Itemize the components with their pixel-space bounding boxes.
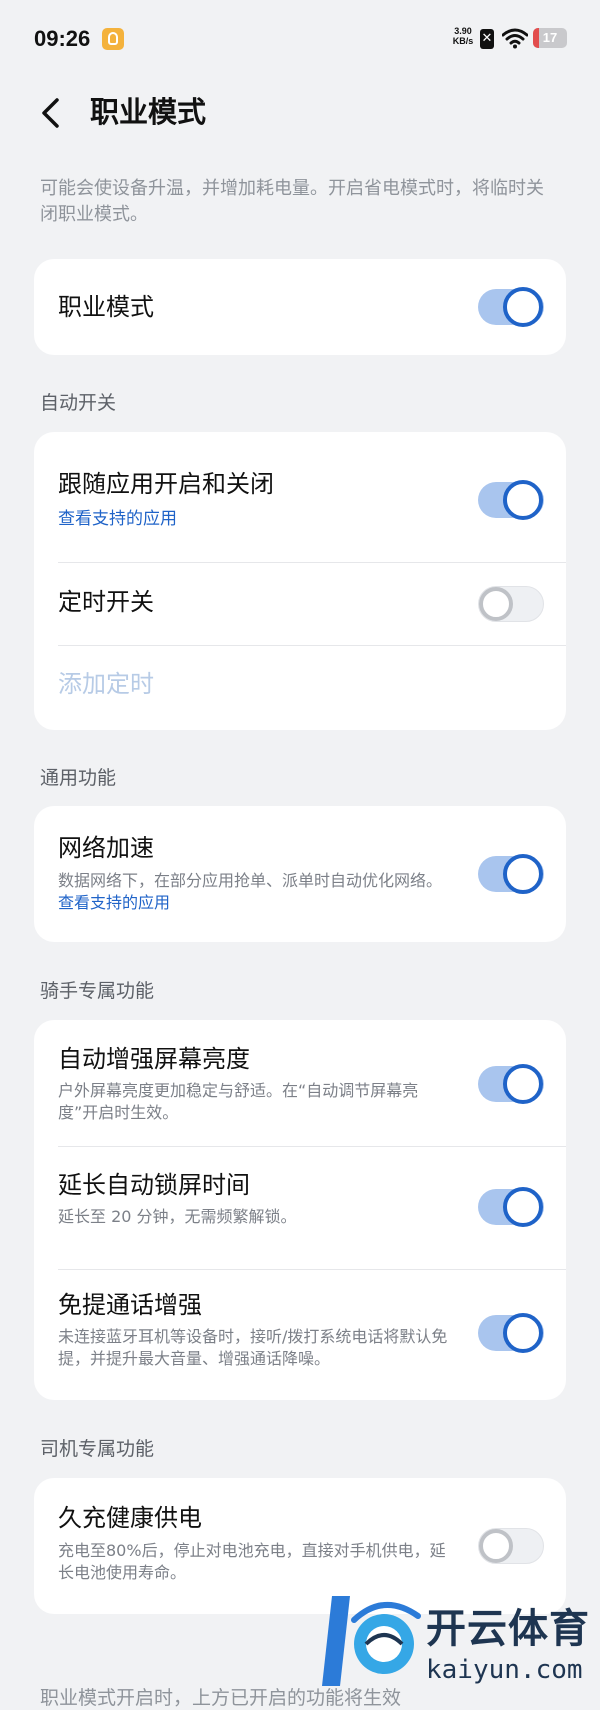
section-title-driver: 司机专属功能 [40,1438,155,1460]
brightness-row: 自动增强屏幕亮度 户外屏幕亮度更加稳定与舒适。在“自动调节屏幕亮度”开启时生效。 [34,1020,566,1146]
intro-description: 可能会使设备升温，并增加耗电量。开启省电模式时，将临时关闭职业模式。 [40,178,544,225]
follow-app-row: 跟随应用开启和关闭 查看支持的应用 [34,432,566,562]
lock-time-label: 延长自动锁屏时间 [58,1171,250,1199]
watermark-text: 开云体育 [426,1606,590,1652]
wifi-icon [502,28,528,49]
status-bar: 09:26 3.90 KB/s ✕ 17 [0,0,600,78]
main-toggle-card: 职业模式 [34,259,566,355]
supported-apps-link[interactable]: 查看支持的应用 [58,508,177,530]
back-arrow-icon[interactable] [38,94,62,132]
section-title-general: 通用功能 [40,767,117,789]
divider [58,645,566,646]
lock-time-description: 延长至 20 分钟，无需频繁解锁。 [58,1207,297,1226]
watermark-domain: kaiyun.com [426,1655,583,1685]
handsfree-row: 免提通话增强 未连接蓝牙耳机等设备时，接听/拨打系统电话将默认免提，并提升最大音… [34,1270,566,1400]
timer-row: 定时开关 [34,563,566,645]
lock-time-toggle[interactable] [478,1187,544,1227]
kaiyun-logo-icon [322,1596,421,1686]
app-notification-icon [102,28,124,50]
section-title-rider: 骑手专属功能 [40,980,155,1002]
battery-icon: 17 [533,28,567,48]
brightness-label: 自动增强屏幕亮度 [58,1045,250,1073]
follow-app-toggle[interactable] [478,480,544,520]
charging-toggle[interactable] [478,1528,544,1564]
rider-card: 自动增强屏幕亮度 户外屏幕亮度更加稳定与舒适。在“自动调节屏幕亮度”开启时生效。… [34,1020,566,1400]
network-supported-apps-link[interactable]: 查看支持的应用 [58,893,170,912]
network-boost-desc-text: 数据网络下，在部分应用抢单、派单时自动优化网络。 [58,871,443,890]
network-boost-description: 数据网络下，在部分应用抢单、派单时自动优化网络。查看支持的应用 [58,870,458,914]
main-toggle-label: 职业模式 [58,293,154,321]
network-speed-value: 3.90 [454,26,472,36]
handsfree-description: 未连接蓝牙耳机等设备时，接听/拨打系统电话将默认免提，并提升最大音量、增强通话降… [58,1327,448,1368]
charging-description: 充电至80%后，停止对电池充电，直接对手机供电，延长电池使用寿命。 [58,1541,446,1582]
x-app-icon: ✕ [480,29,494,49]
network-boost-label: 网络加速 [58,834,154,862]
battery-level: 17 [542,30,558,45]
general-card: 网络加速 数据网络下，在部分应用抢单、派单时自动优化网络。查看支持的应用 [34,806,566,942]
timer-label: 定时开关 [58,588,154,616]
charging-label: 久充健康供电 [58,1504,202,1532]
kaiyun-watermark: 开云体育 kaiyun.com [318,1580,600,1700]
timer-toggle[interactable] [478,586,544,622]
auto-switch-card: 跟随应用开启和关闭 查看支持的应用 定时开关 添加定时 [34,432,566,730]
section-title-auto-switch: 自动开关 [40,392,117,414]
add-timer-button[interactable]: 添加定时 [58,668,154,700]
professional-mode-toggle[interactable] [478,287,544,327]
network-speed: 3.90 KB/s [448,26,478,46]
page-title: 职业模式 [90,95,207,129]
handsfree-toggle[interactable] [478,1313,544,1353]
follow-app-label: 跟随应用开启和关闭 [58,470,274,498]
handsfree-label: 免提通话增强 [58,1291,202,1319]
brightness-toggle[interactable] [478,1064,544,1104]
brightness-description: 户外屏幕亮度更加稳定与舒适。在“自动调节屏幕亮度”开启时生效。 [58,1081,419,1122]
network-boost-toggle[interactable] [478,854,544,894]
lock-time-row: 延长自动锁屏时间 延长至 20 分钟，无需频繁解锁。 [34,1147,566,1263]
status-time: 09:26 [34,26,91,51]
network-speed-unit: KB/s [452,36,474,46]
